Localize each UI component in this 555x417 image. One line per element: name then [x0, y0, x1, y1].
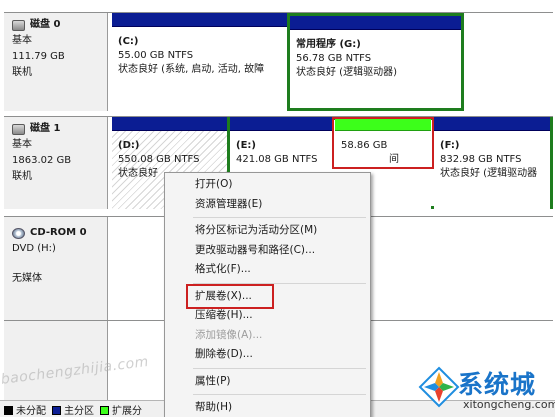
disk-status: 无媒体	[12, 273, 42, 284]
partition-label: (F:)	[440, 140, 460, 151]
legend-label: 未分配	[16, 405, 46, 417]
partition-size: 421.08 GB NTFS	[236, 154, 318, 165]
cdrom-label[interactable]: CD-ROM 0 DVD (H:) 无媒体	[4, 217, 108, 320]
partition-size: 550.08 GB NTFS	[118, 154, 200, 165]
menu-item-extend-volume[interactable]: 扩展卷(X)...	[165, 287, 370, 307]
legend-label: 扩展分	[112, 405, 142, 417]
menu-item-format[interactable]: 格式化(F)...	[165, 260, 370, 280]
disk-1-label[interactable]: 磁盘 1 基本 1863.02 GB 联机	[4, 117, 108, 209]
disk-0-label[interactable]: 磁盘 0 基本 111.79 GB 联机	[4, 13, 108, 111]
menu-item-shrink-volume[interactable]: 压缩卷(H)...	[165, 306, 370, 326]
cd-icon	[12, 227, 25, 239]
menu-item-help[interactable]: 帮助(H)	[165, 398, 370, 417]
legend-primary: 主分区	[52, 402, 94, 417]
brand-name: 系统城	[458, 370, 537, 399]
disk-status: 联机	[12, 67, 32, 78]
disk-0-row: 磁盘 0 基本 111.79 GB 联机 (C:) 55.00 GB NTFS …	[4, 12, 553, 111]
disk-type: DVD (H:)	[12, 243, 56, 254]
partition-status: 状态良好 (逻辑驱动器	[440, 168, 538, 179]
legend-swatch-primary	[52, 405, 61, 415]
partition-bar	[290, 16, 461, 30]
partition-bar	[434, 117, 550, 131]
disk-size: 111.79 GB	[12, 51, 65, 62]
legend-swatch-extended	[100, 405, 109, 415]
partition-label: (C:)	[118, 36, 139, 47]
partition-size: 55.00 GB NTFS	[118, 50, 194, 61]
windows-logo-icon	[418, 366, 460, 408]
partition-status: 间	[389, 154, 399, 165]
disk-type: 基本	[12, 139, 32, 150]
menu-separator	[193, 282, 366, 284]
disk-name: 磁盘 0	[30, 19, 61, 30]
partition-status: 状态良好 (逻辑驱动器)	[296, 67, 397, 78]
partition-bar	[112, 13, 287, 27]
menu-item-add-mirror: 添加镜像(A)...	[195, 328, 263, 341]
disk-icon	[12, 19, 25, 31]
menu-separator	[193, 367, 366, 369]
partition-label: (D:)	[118, 140, 140, 151]
partition-f[interactable]: (F:) 832.98 GB NTFS 状态良好 (逻辑驱动器	[434, 117, 550, 209]
disk-management-view: 磁盘 0 基本 111.79 GB 联机 (C:) 55.00 GB NTFS …	[0, 0, 555, 417]
partition-size: 832.98 GB NTFS	[440, 154, 522, 165]
free-space-bar	[335, 117, 431, 131]
menu-item-change-drive-letter[interactable]: 更改驱动器号和路径(C)...	[165, 241, 370, 261]
menu-separator	[193, 394, 366, 395]
context-menu: 打开(O) 资源管理器(E) 将分区标记为活动分区(M) 更改驱动器号和路径(C…	[164, 172, 371, 417]
menu-item-properties[interactable]: 属性(P)	[165, 372, 370, 392]
partition-size: 58.86 GB	[341, 140, 388, 151]
disk-name: 磁盘 1	[30, 123, 61, 134]
disk-icon	[12, 123, 25, 135]
legend-label: 主分区	[64, 405, 94, 417]
partition-g[interactable]: 常用程序 (G:) 56.78 GB NTFS 状态良好 (逻辑驱动器)	[287, 13, 464, 111]
disk-size: 1863.02 GB	[12, 155, 72, 166]
menu-item-mark-active[interactable]: 将分区标记为活动分区(M)	[165, 221, 370, 241]
partition-size: 56.78 GB NTFS	[296, 53, 372, 64]
partition-status: 状态良好 (系统, 启动, 活动, 故障	[118, 64, 265, 75]
legend-swatch-unallocated	[4, 405, 13, 415]
partition-label: 常用程序 (G:)	[296, 39, 361, 50]
disk-name: CD-ROM 0	[30, 227, 87, 238]
menu-separator	[193, 217, 366, 218]
legend-unallocated: 未分配	[4, 402, 46, 417]
brand-logo: 系统城 xitongcheng.com	[418, 362, 555, 414]
menu-item-explorer[interactable]: 资源管理器(E)	[165, 195, 370, 215]
disk-status: 联机	[12, 171, 32, 182]
disk-type: 基本	[12, 35, 32, 46]
brand-url: xitongcheng.com	[463, 398, 555, 411]
menu-item-delete-volume[interactable]: 删除卷(D)...	[165, 345, 370, 365]
legend-extended: 扩展分	[100, 402, 142, 417]
partition-bar	[230, 117, 334, 131]
partition-bar	[112, 117, 227, 131]
partition-c[interactable]: (C:) 55.00 GB NTFS 状态良好 (系统, 启动, 活动, 故障	[112, 13, 287, 111]
menu-item-open[interactable]: 打开(O)	[165, 175, 370, 195]
partition-label: (E:)	[236, 140, 256, 151]
